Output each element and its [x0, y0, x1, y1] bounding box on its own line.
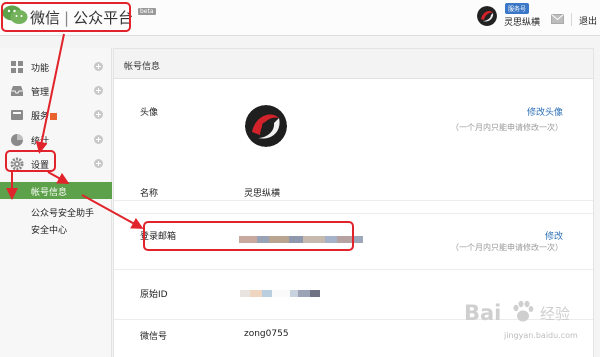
- mail-icon[interactable]: [551, 14, 564, 24]
- expand-icon[interactable]: [94, 62, 103, 71]
- highlight-box-settings: [5, 150, 56, 172]
- expand-icon[interactable]: [94, 135, 103, 144]
- highlight-box-platform-title: [1, 2, 131, 32]
- name-row: 名称 灵思纵横: [114, 172, 593, 214]
- service-account-badge: 服务号: [505, 3, 530, 14]
- sidebar-item-label: 功能: [31, 64, 50, 74]
- account-name[interactable]: 灵思纵横: [504, 15, 540, 28]
- sidebar-subitem-account-info[interactable]: 帐号信息: [0, 182, 112, 199]
- name-value: 灵思纵横: [244, 189, 281, 199]
- sidebar-item-stats[interactable]: 统计: [0, 128, 112, 152]
- sidebar-subitem-security-assistant[interactable]: 公众号安全助手: [0, 203, 112, 220]
- subitem-label: 帐号信息: [31, 188, 68, 198]
- change-avatar-link[interactable]: 修改头像: [527, 105, 563, 118]
- watermark-logo: Bai: [464, 301, 502, 325]
- panel-title: 帐号信息: [124, 62, 161, 72]
- service-label-text: 服务: [31, 112, 50, 122]
- baidu-jingyan-watermark: Bai 经验 jingyan.baidu.com: [464, 298, 594, 348]
- sidebar-item-service[interactable]: 服务: [0, 103, 112, 127]
- change-email-link[interactable]: 修改: [545, 229, 563, 242]
- watermark-url: jingyan.baidu.com: [504, 331, 578, 340]
- subitem-label: 安全中心: [31, 226, 68, 236]
- inbox-icon: [11, 86, 23, 96]
- expand-icon[interactable]: [94, 86, 103, 95]
- email-change-note: （一个月内只能申请修改一次）: [451, 243, 563, 252]
- original-id-value-obscured: [240, 290, 320, 297]
- paw-icon: [513, 300, 534, 322]
- new-badge: [50, 113, 58, 120]
- sidebar-item-label: 统计: [31, 137, 50, 147]
- wechat-id-value: zong0755: [244, 329, 289, 339]
- sidebar-subitem-security-center[interactable]: 安全中心: [0, 220, 112, 237]
- stats-icon: [11, 134, 23, 146]
- name-label: 名称: [140, 189, 159, 199]
- service-icon: [11, 110, 23, 120]
- account-avatar[interactable]: [477, 6, 497, 26]
- sidebar-item-manage[interactable]: 管理: [0, 79, 112, 103]
- expand-icon[interactable]: [94, 110, 103, 119]
- highlight-box-login-email: [143, 221, 354, 251]
- expand-icon[interactable]: [94, 159, 103, 168]
- beta-tag: beta: [138, 8, 156, 15]
- account-avatar-large: [245, 105, 287, 147]
- subitem-label: 公众号安全助手: [31, 209, 95, 219]
- function-icon: [11, 61, 23, 73]
- sidebar-item-label: 服务: [31, 109, 58, 122]
- original-id-label: 原始ID: [140, 290, 168, 300]
- logout-link[interactable]: 退出: [579, 14, 597, 27]
- avatar-label: 头像: [140, 108, 159, 118]
- watermark-brand: 经验: [540, 305, 571, 323]
- wechat-id-label: 微信号: [140, 332, 168, 342]
- sidebar-item-function[interactable]: 功能: [0, 55, 112, 79]
- header-divider: [571, 13, 572, 26]
- sidebar-item-label: 管理: [31, 88, 50, 98]
- avatar-change-note: （一个月内只能申请修改一次）: [451, 123, 563, 132]
- panel-header: 帐号信息: [114, 49, 593, 79]
- sidebar: 功能 管理 服务 统计 设置 帐号信息 公众号安全助手 安全中心: [0, 48, 112, 357]
